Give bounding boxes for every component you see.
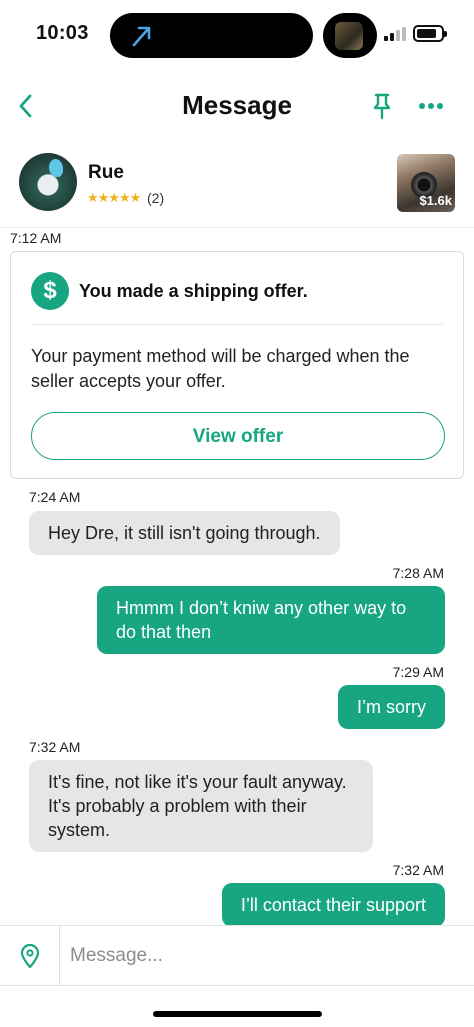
- now-playing-island: [323, 13, 377, 58]
- navigation-arrow-icon: [132, 26, 151, 47]
- incoming-message[interactable]: Hey Dre, it still isn't going through.: [29, 511, 340, 555]
- timestamp: 7:32 AM: [29, 739, 81, 755]
- pin-icon[interactable]: [370, 92, 394, 120]
- dollar-icon: $: [31, 272, 69, 310]
- view-offer-button[interactable]: View offer: [31, 412, 445, 460]
- avatar[interactable]: [19, 153, 77, 211]
- header: Message: [0, 80, 474, 132]
- seller-row[interactable]: Rue ★★★★★ (2) $1.6k: [0, 150, 474, 228]
- timestamp: 7:28 AM: [392, 565, 444, 581]
- offer-title: You made a shipping offer.: [79, 281, 308, 301]
- message-input[interactable]: [70, 939, 460, 973]
- outgoing-message[interactable]: Hmmm I don’t kniw any other way to do th…: [97, 586, 445, 654]
- outgoing-message[interactable]: I’m sorry: [338, 685, 445, 729]
- timestamp: 7:32 AM: [392, 862, 444, 878]
- item-thumbnail[interactable]: $1.6k: [397, 154, 455, 212]
- divider: [59, 926, 60, 986]
- home-indicator[interactable]: [153, 1011, 322, 1017]
- timestamp: 7:24 AM: [29, 489, 81, 505]
- timestamp: 7:12 AM: [10, 230, 62, 246]
- signal-icon: [384, 27, 406, 41]
- dynamic-island: [110, 13, 313, 58]
- status-bar: 10:03: [0, 0, 474, 70]
- item-price: $1.6k: [419, 193, 452, 208]
- more-icon[interactable]: [418, 96, 444, 116]
- offer-description: Your payment method will be charged when…: [31, 346, 410, 391]
- outgoing-message[interactable]: I’ll contact their support: [221, 883, 445, 927]
- status-time: 10:03: [36, 22, 89, 44]
- seller-name[interactable]: Rue: [88, 162, 124, 184]
- divider: [31, 324, 443, 325]
- now-playing-thumbnail: [335, 22, 363, 50]
- battery-icon: [413, 25, 447, 42]
- location-icon[interactable]: [19, 943, 41, 969]
- page-title: Message: [182, 90, 292, 120]
- incoming-message[interactable]: It's fine, not like it's your fault anyw…: [29, 760, 373, 852]
- timestamp: 7:29 AM: [392, 664, 444, 680]
- shipping-offer-card: $ You made a shipping offer. Your paymen…: [10, 251, 464, 479]
- rating-stars: ★★★★★: [87, 190, 141, 205]
- compose-bar: [0, 925, 474, 986]
- review-count: (2): [147, 190, 165, 206]
